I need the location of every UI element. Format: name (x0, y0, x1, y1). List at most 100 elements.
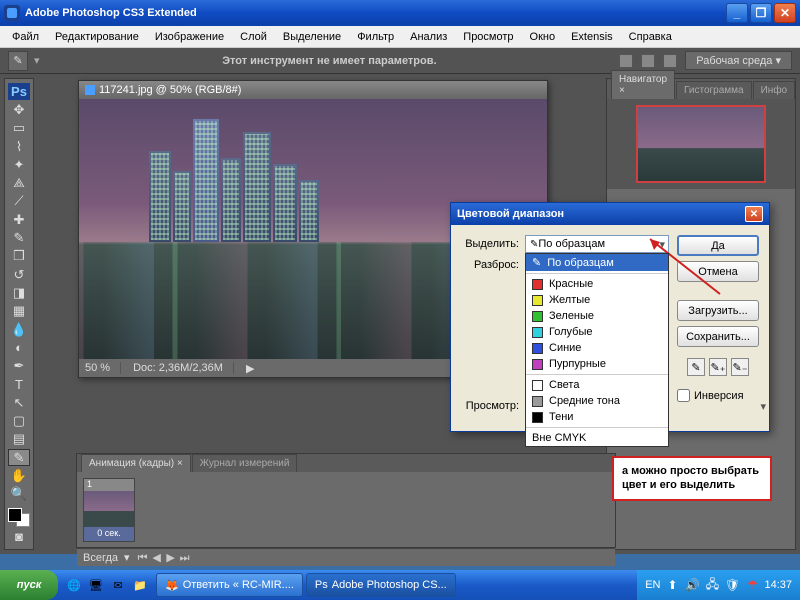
heal-tool[interactable]: ✚ (8, 211, 30, 228)
eyedropper-plus-icon[interactable]: ✎₊ (709, 358, 727, 376)
pen-tool[interactable]: ✒ (8, 357, 30, 374)
tray-shield-icon[interactable]: 🛡 (724, 577, 740, 593)
go-bridge-icon[interactable] (663, 54, 677, 68)
menu-layer[interactable]: Слой (232, 28, 275, 46)
window-minimize-button[interactable]: _ (726, 3, 748, 23)
menu-edit[interactable]: Редактирование (47, 28, 147, 46)
color-swatch[interactable] (8, 508, 30, 527)
eyedropper-minus-icon[interactable]: ✎₋ (731, 358, 749, 376)
current-tool-icon[interactable]: ✎ (8, 51, 28, 71)
select-dropdown[interactable]: ✎ По образцам ✎По образцам Красные Желты… (525, 235, 669, 253)
option-out-cmyk[interactable]: Вне CMYK (526, 430, 668, 446)
tab-measurements[interactable]: Журнал измерений (192, 454, 298, 472)
notes-tool[interactable]: ▤ (8, 431, 30, 448)
history-brush-tool[interactable]: ↺ (8, 266, 30, 283)
menu-filter[interactable]: Фильтр (349, 28, 402, 46)
menu-image[interactable]: Изображение (147, 28, 232, 46)
invert-checkbox[interactable]: Инверсия (677, 389, 759, 402)
window-close-button[interactable]: ✕ (774, 3, 796, 23)
blur-tool[interactable]: 💧 (8, 321, 30, 338)
document-titlebar[interactable]: 117241.jpg @ 50% (RGB/8#) (79, 81, 547, 99)
save-button[interactable]: Сохранить... (677, 326, 759, 347)
gradient-tool[interactable]: ▦ (8, 303, 30, 320)
stamp-tool[interactable]: ❒ (8, 248, 30, 265)
menubar: Файл Редактирование Изображение Слой Выд… (0, 26, 800, 48)
workspace-button[interactable]: Рабочая среда ▾ (685, 51, 792, 70)
lasso-tool[interactable]: ⌇ (8, 138, 30, 155)
tray-av-icon[interactable]: ☂ (744, 577, 760, 593)
ps-badge-icon: Ps (8, 83, 30, 100)
ql-ie-icon[interactable]: 🌐 (64, 574, 84, 596)
tab-navigator[interactable]: Навигатор × (611, 70, 675, 99)
lang-indicator[interactable]: EN (645, 579, 660, 591)
ql-desktop-icon[interactable]: 🖥 (86, 574, 106, 596)
option-magentas[interactable]: Пурпурные (526, 356, 668, 372)
option-yellows[interactable]: Желтые (526, 292, 668, 308)
clock[interactable]: 14:37 (764, 579, 792, 591)
eyedropper-tool[interactable]: ✎ (8, 449, 30, 466)
tab-histogram[interactable]: Гистограмма (676, 81, 752, 99)
zoom-tool[interactable]: 🔍 (8, 486, 30, 503)
load-button[interactable]: Загрузить... (677, 300, 759, 321)
fuzziness-label: Разброс: (461, 259, 519, 271)
eyedropper-icon[interactable]: ✎ (687, 358, 705, 376)
animation-frame[interactable]: 1 0 сек. (83, 478, 135, 542)
navigator-thumb[interactable] (607, 99, 795, 189)
wand-tool[interactable]: ✦ (8, 156, 30, 173)
move-tool[interactable]: ✥ (8, 101, 30, 118)
cancel-button[interactable]: Отмена (677, 261, 759, 282)
option-cyans[interactable]: Голубые (526, 324, 668, 340)
menu-select[interactable]: Выделение (275, 28, 349, 46)
hand-tool[interactable]: ✋ (8, 467, 30, 484)
brush-tool[interactable]: ✎ (8, 229, 30, 246)
option-reds[interactable]: Красные (526, 276, 668, 292)
task-browser[interactable]: 🦊Ответить « RC-MIR.... (156, 573, 303, 597)
option-highlights[interactable]: Света (526, 377, 668, 393)
option-greens[interactable]: Зеленые (526, 308, 668, 324)
option-midtones[interactable]: Средние тона (526, 393, 668, 409)
dodge-tool[interactable]: ◐ (8, 339, 30, 356)
zoom-level[interactable]: 50 % (85, 362, 121, 374)
type-tool[interactable]: T (8, 376, 30, 393)
marquee-tool[interactable]: ▭ (8, 120, 30, 137)
dialog-close-button[interactable]: ✕ (745, 206, 763, 222)
options-message: Этот инструмент не имеет параметров. (40, 55, 620, 67)
tab-info[interactable]: Инфо (753, 81, 796, 99)
tray-volume-icon[interactable]: 🔊 (684, 577, 700, 593)
menu-file[interactable]: Файл (4, 28, 47, 46)
shape-tool[interactable]: ▢ (8, 412, 30, 429)
quickmask-button[interactable]: ◙ (8, 528, 30, 545)
arrange-icon[interactable] (641, 54, 655, 68)
menu-extensis[interactable]: Extensis (563, 28, 621, 46)
screen-mode-icon[interactable] (619, 54, 633, 68)
ql-mail-icon[interactable]: ✉ (108, 574, 128, 596)
menu-help[interactable]: Справка (621, 28, 680, 46)
start-button[interactable]: пуск (0, 570, 58, 600)
eraser-tool[interactable]: ◨ (8, 284, 30, 301)
document-title: 117241.jpg @ 50% (RGB/8#) (99, 84, 241, 96)
frame-delay[interactable]: 0 сек. (84, 527, 134, 541)
play-controls[interactable]: ⏮◀▶⏭ (136, 551, 192, 565)
loop-select[interactable]: Всегда (83, 552, 118, 564)
slice-tool[interactable]: ⟋ (8, 193, 30, 210)
option-blues[interactable]: Синие (526, 340, 668, 356)
menu-view[interactable]: Просмотр (455, 28, 521, 46)
menu-analysis[interactable]: Анализ (402, 28, 455, 46)
tray-network-icon[interactable]: 🖧 (704, 577, 720, 593)
tab-animation[interactable]: Анимация (кадры) × (81, 454, 191, 472)
doc-size[interactable]: Doc: 2,36M/2,36M (133, 362, 234, 374)
task-photoshop[interactable]: PsAdobe Photoshop CS... (306, 573, 456, 597)
option-sampled[interactable]: ✎По образцам (526, 254, 668, 271)
window-titlebar: Adobe Photoshop CS3 Extended _ ❐ ✕ (0, 0, 800, 26)
menu-window[interactable]: Окно (522, 28, 564, 46)
ok-button[interactable]: Да (677, 235, 759, 256)
taskbar: пуск 🌐 🖥 ✉ 📁 🦊Ответить « RC-MIR.... PsAd… (0, 570, 800, 600)
path-tool[interactable]: ↖ (8, 394, 30, 411)
dialog-titlebar[interactable]: Цветовой диапазон ✕ (451, 203, 769, 225)
option-shadows[interactable]: Тени (526, 409, 668, 425)
window-maximize-button[interactable]: ❐ (750, 3, 772, 23)
dialog-title: Цветовой диапазон (457, 208, 564, 220)
crop-tool[interactable]: ⟁ (8, 174, 30, 191)
tray-icon[interactable]: ⬆ (664, 577, 680, 593)
ql-folder-icon[interactable]: 📁 (130, 574, 150, 596)
